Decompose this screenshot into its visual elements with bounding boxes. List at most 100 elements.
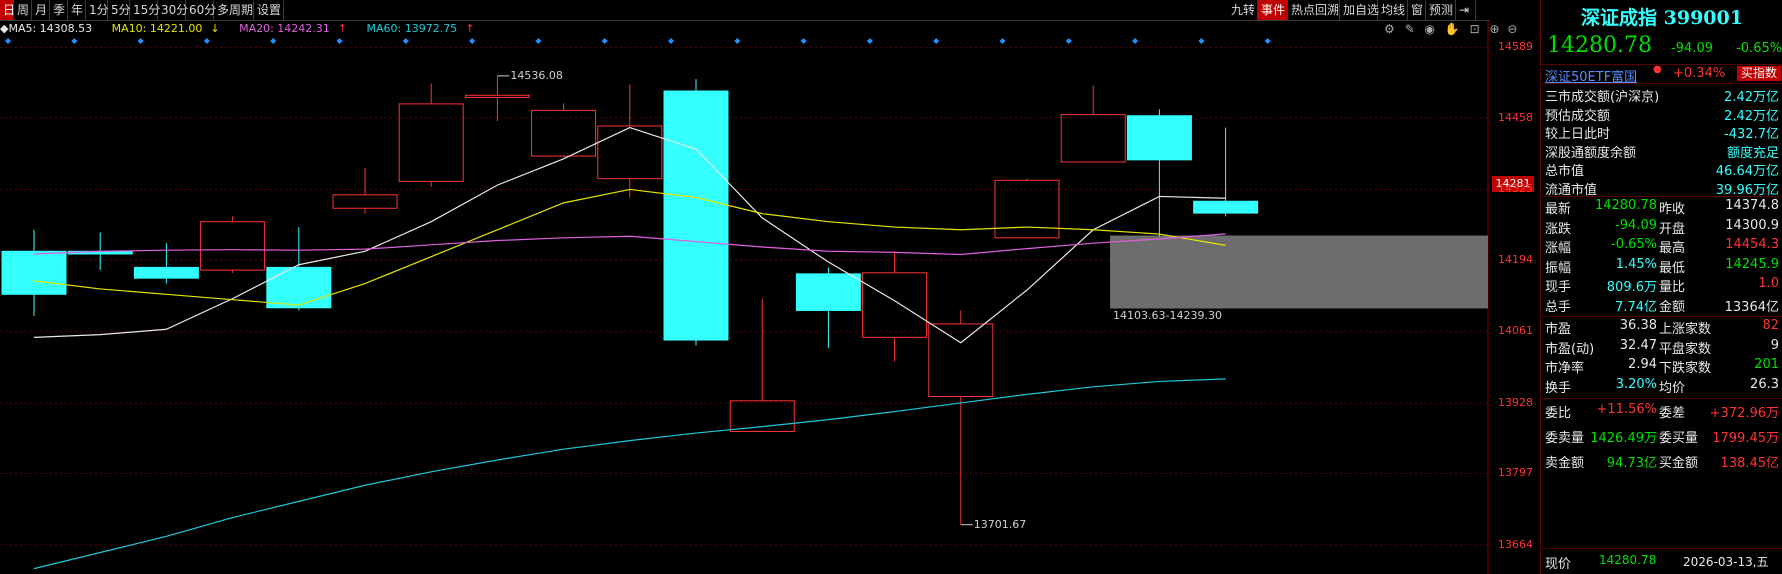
kline-chart[interactable] — [0, 20, 1490, 574]
candle-body — [398, 103, 464, 182]
event-marker — [1132, 38, 1139, 44]
collapse-panel-icon[interactable]: ⇥ — [1456, 0, 1476, 20]
index-title: 深证成指 399001 — [1581, 7, 1743, 29]
y-tick-label: 13797 — [1498, 466, 1533, 480]
bottom-label: 现价 — [1545, 557, 1572, 572]
bottom-price: 14280.78 — [1599, 553, 1657, 567]
stat-value: 14280.78 — [1594, 198, 1657, 213]
stat-key: 金额 — [1659, 299, 1686, 315]
y-tick-label: 13664 — [1498, 537, 1533, 551]
stat-value: 14300.9 — [1725, 217, 1779, 233]
candle-body — [994, 179, 1060, 239]
stat-value: 13364亿 — [1724, 299, 1779, 315]
period-tab-9[interactable]: 60分 — [186, 0, 216, 20]
etf-change-pct: +0.34% — [1673, 66, 1726, 81]
order-value: 1426.49万 — [1590, 431, 1657, 446]
turnover-value: 39.96万亿 — [1715, 182, 1779, 198]
stat-value: 14374.8 — [1725, 198, 1779, 213]
zoom-in-icon[interactable]: ⊕ — [1489, 22, 1499, 36]
valuation-key: 均价 — [1659, 380, 1686, 396]
stat-key: 最高 — [1659, 241, 1686, 256]
period-tab-7[interactable]: 15分 — [130, 0, 160, 20]
order-value: +11.56% — [1596, 402, 1657, 417]
valuation-value: 2.94 — [1628, 357, 1657, 372]
stat-value: -94.09 — [1615, 217, 1657, 233]
buy-index-button[interactable]: 买指数 — [1736, 66, 1781, 81]
event-marker — [535, 38, 542, 44]
period-toolbar: 日周月季年 1分 5分 15分 30分 60分 多周期 设置 九转 事件 热点回溯 加自选 均线窗预测 ⇥ — [0, 0, 1490, 21]
turnover-value: 额度充足 — [1726, 145, 1779, 161]
turnover-value: -432.7亿 — [1724, 127, 1779, 142]
candle-body — [663, 90, 729, 341]
toolbar-right-3[interactable]: 加自选 — [1340, 0, 1379, 20]
candle-body — [1193, 200, 1259, 214]
valuation-value: 201 — [1754, 357, 1779, 372]
candle-body — [266, 266, 332, 309]
price-change-pct: -0.65% — [1736, 41, 1782, 56]
toolbar-right-6[interactable]: 预测 — [1426, 0, 1456, 20]
low-label: 13701.67 — [973, 517, 1027, 531]
event-marker — [270, 38, 277, 44]
turnover-key: 总市值 — [1545, 164, 1585, 179]
valuation-key: 上涨家数 — [1659, 322, 1712, 337]
y-tick-label: 14061 — [1498, 324, 1533, 338]
valuation-key: 市盈(动) — [1545, 341, 1595, 357]
event-marker — [203, 38, 210, 44]
event-marker — [734, 38, 741, 44]
stat-value: 7.74亿 — [1615, 299, 1657, 315]
y-tick-label: 14589 — [1498, 40, 1533, 54]
panel-divider — [1541, 398, 1782, 399]
valuation-value: 82 — [1762, 318, 1779, 333]
event-marker — [933, 38, 940, 44]
stat-key: 振幅 — [1545, 260, 1572, 276]
valuation-value: 26.3 — [1750, 376, 1779, 392]
stat-key: 涨幅 — [1545, 241, 1572, 256]
toolbar-right-2[interactable]: 热点回溯 — [1288, 0, 1340, 20]
period-tab-11[interactable]: 设置 — [254, 0, 284, 20]
period-tab-4[interactable]: 年 — [68, 0, 86, 20]
period-tab-10[interactable]: 多周期 — [214, 0, 254, 20]
price-change: -94.09 — [1671, 41, 1713, 56]
y-tick-label: 13928 — [1498, 395, 1533, 409]
period-tab-2[interactable]: 月 — [32, 0, 50, 20]
period-tab-8[interactable]: 30分 — [158, 0, 188, 20]
turnover-value: 2.42万亿 — [1724, 108, 1779, 124]
period-tab-6[interactable]: 5分 — [108, 0, 131, 20]
bottom-date: 2026-03-13,五 — [1683, 555, 1769, 569]
range-box — [1110, 235, 1488, 309]
quote-panel: 深证成指 399001 14280.78 -94.09 -0.65% 深证50E… — [1540, 0, 1782, 574]
high-label: 14536.08 — [510, 68, 563, 82]
zoom-out-icon[interactable]: ⊖ — [1507, 22, 1517, 36]
period-tab-0[interactable]: 日 — [0, 0, 15, 20]
last-price: 14280.78 — [1547, 33, 1652, 58]
turnover-key: 流通市值 — [1545, 182, 1598, 198]
order-key: 委买量 — [1659, 431, 1699, 446]
candle-body — [862, 272, 928, 338]
event-marker — [336, 38, 343, 44]
candle-body — [1060, 114, 1126, 163]
toolbar-right-5[interactable]: 窗 — [1408, 0, 1426, 20]
turnover-value: 46.64万亿 — [1715, 164, 1779, 179]
event-marker — [402, 38, 409, 44]
kline-svg — [0, 20, 1489, 574]
period-tab-5[interactable]: 1分 — [86, 0, 109, 20]
event-marker — [866, 38, 873, 44]
etf-link[interactable]: 深证50ETF富国 — [1545, 66, 1637, 85]
y-tick-label: 14458 — [1498, 110, 1533, 124]
toolbar-right-0[interactable]: 九转 — [1228, 0, 1258, 20]
toolbar-right-4[interactable]: 均线 — [1378, 0, 1408, 20]
valuation-value: 9 — [1770, 337, 1779, 353]
stat-key: 最新 — [1545, 202, 1572, 217]
period-tab-1[interactable]: 周 — [14, 0, 32, 20]
period-tab-3[interactable]: 季 — [50, 0, 68, 20]
turnover-key: 深股通额度余额 — [1545, 145, 1637, 161]
valuation-key: 下跌家数 — [1659, 361, 1712, 376]
order-value: +372.96万 — [1709, 406, 1779, 421]
stat-key: 昨收 — [1659, 202, 1686, 217]
order-value: 94.73亿 — [1606, 456, 1657, 471]
candle-body — [928, 323, 994, 398]
event-marker — [1065, 38, 1072, 44]
toolbar-right-1[interactable]: 事件 — [1258, 0, 1288, 20]
order-key: 卖金额 — [1545, 456, 1585, 471]
turnover-key: 预估成交额 — [1545, 108, 1611, 124]
